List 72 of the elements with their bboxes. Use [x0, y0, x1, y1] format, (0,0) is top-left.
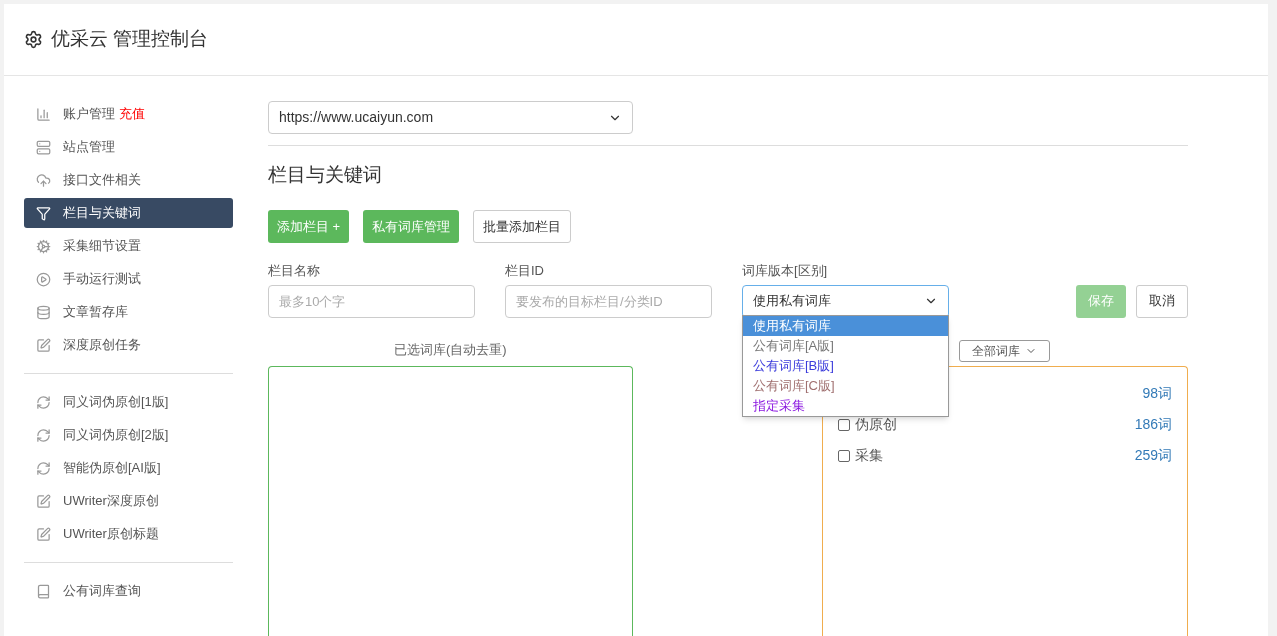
option-label: 公有词库[A版] [753, 338, 834, 353]
sidebar-label: 采集细节设置 [63, 237, 141, 256]
sidebar-label: 智能伪原创[AI版] [63, 459, 161, 478]
sidebar-item[interactable]: 深度原创任务 [24, 330, 233, 360]
sidebar-item[interactable]: 栏目与关键词 [24, 198, 233, 228]
sidebar-item[interactable]: 同义词伪原创[2版] [24, 420, 233, 450]
server-icon [36, 139, 51, 155]
field-label: 栏目ID [505, 262, 545, 280]
sidebar-item[interactable]: 采集细节设置 [24, 231, 233, 261]
database-icon [36, 304, 51, 320]
panel-title: 已选词库(自动去重) [393, 340, 507, 359]
edit-icon [36, 526, 51, 542]
sidebar-label: 账户管理 [63, 105, 115, 124]
sidebar-label: UWriter原创标题 [63, 525, 159, 544]
sidebar-item[interactable]: 公有词库查询 [24, 576, 233, 606]
sidebar-item[interactable]: 接口文件相关 [24, 165, 233, 195]
section-title: 栏目与关键词 [268, 163, 383, 187]
sidebar-label: UWriter深度原创 [63, 492, 159, 511]
sidebar-label: 栏目与关键词 [63, 204, 141, 223]
sidebar-item[interactable]: UWriter原创标题 [24, 519, 233, 549]
filter-icon [36, 205, 51, 221]
sidebar-item[interactable]: 站点管理 [24, 132, 233, 162]
sidebar-label: 深度原创任务 [63, 336, 141, 355]
library-filter-select[interactable]: 全部词库 [959, 339, 1051, 362]
sidebar-item[interactable]: 智能伪原创[AI版] [24, 453, 233, 483]
sidebar-label: 公有词库查询 [63, 582, 141, 601]
sidebar-item[interactable]: 同义词伪原创[1版] [24, 387, 233, 417]
dropdown-option[interactable]: 指定采集 [743, 396, 948, 416]
sidebar-label: 同义词伪原创[2版] [63, 426, 169, 445]
book-icon [36, 583, 51, 599]
input-field[interactable]: 最多10个字 [268, 284, 475, 318]
library-name: 采集 [855, 446, 884, 465]
sidebar-label: 同义词伪原创[1版] [63, 393, 169, 412]
checkbox[interactable] [838, 418, 851, 431]
sidebar-label: 站点管理 [63, 138, 115, 157]
site-select[interactable]: https://www.ucaiyun.com [268, 101, 633, 134]
sidebar-item[interactable]: UWriter深度原创 [24, 486, 233, 516]
option-label: 公有词库[C版] [753, 378, 835, 393]
sidebar-label: 文章暂存库 [63, 303, 128, 322]
gears-icon [36, 238, 51, 254]
sidebar-item[interactable]: 账户管理 充值 [24, 99, 233, 129]
word-count: 186词 [1134, 415, 1172, 434]
option-label: 指定采集 [753, 398, 805, 413]
word-count: 98词 [1142, 384, 1172, 403]
sidebar-label: 接口文件相关 [63, 171, 141, 190]
option-label: 公有词库[B版] [753, 358, 834, 373]
input-field[interactable]: 要发布的目标栏目/分类ID [505, 284, 712, 318]
edit-icon [36, 337, 51, 353]
sidebar-item[interactable]: 手动运行测试 [24, 264, 233, 294]
play-icon [36, 271, 51, 287]
cloud-upload-icon [36, 172, 51, 188]
option-label: 使用私有词库 [753, 318, 831, 333]
app-title: 优采云 管理控制台 [51, 27, 209, 52]
word-count: 259词 [1134, 446, 1172, 465]
refresh-icon [36, 394, 51, 410]
bar-chart-icon [36, 106, 51, 122]
refresh-icon [36, 427, 51, 443]
sidebar-label: 手动运行测试 [63, 270, 141, 289]
edit-icon [36, 493, 51, 509]
field-label: 词库版本[区别] [742, 262, 829, 280]
cancel-button[interactable]: 取消 [1136, 284, 1188, 318]
action-button[interactable]: 批量添加栏目 [473, 210, 572, 243]
library-name: 伪原创 [855, 415, 898, 434]
dropdown-option[interactable]: 公有词库[C版] [743, 376, 948, 396]
dropdown-option[interactable]: 公有词库[A版] [743, 336, 948, 356]
checkbox[interactable] [838, 449, 851, 462]
refresh-icon [36, 460, 51, 476]
settings-icon [24, 30, 43, 49]
dropdown-option[interactable]: 公有词库[B版] [743, 356, 948, 376]
recharge-link[interactable]: 充值 [119, 104, 145, 124]
sidebar-item[interactable]: 文章暂存库 [24, 297, 233, 327]
field-label: 栏目名称 [268, 262, 321, 280]
